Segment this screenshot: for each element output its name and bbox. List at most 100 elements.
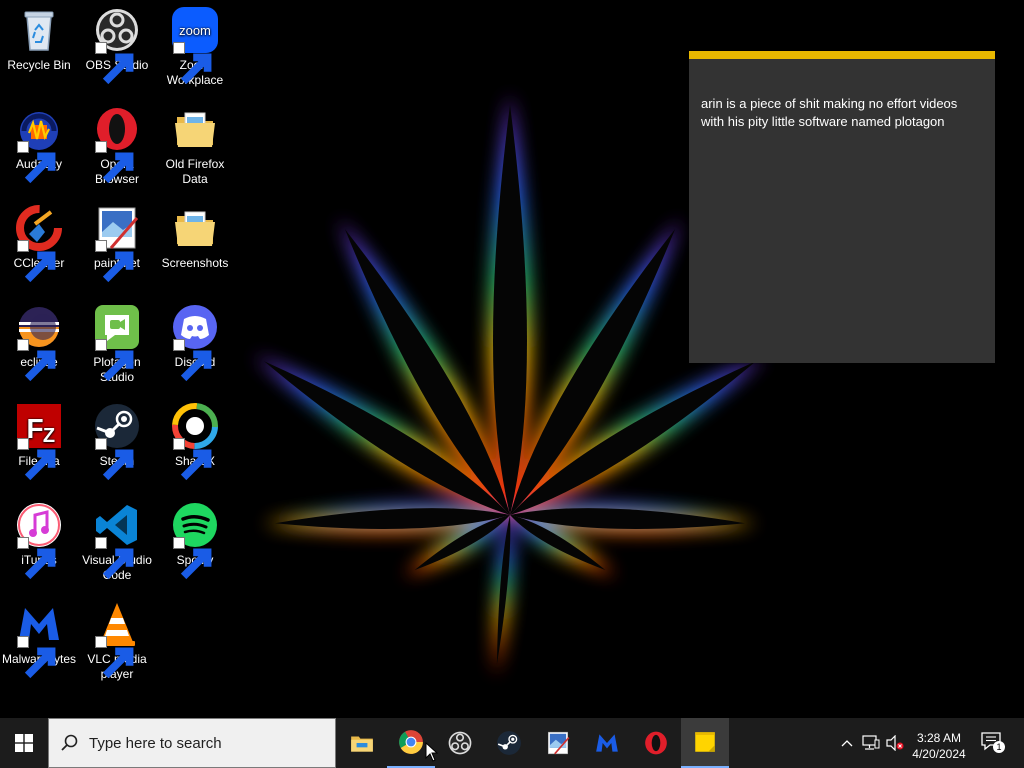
desktop-icon-label: Screenshots <box>161 256 229 270</box>
desktop-icon-image <box>171 501 219 580</box>
network-button[interactable] <box>860 718 882 768</box>
desktop-icon-label: Recycle Bin <box>7 58 71 72</box>
paintnet-icon <box>547 731 570 755</box>
shortcut-arrow-icon <box>173 339 212 382</box>
desktop-icon-audacity[interactable]: Audacity <box>0 105 78 184</box>
desktop-icon-old-firefox-data[interactable]: Old Firefox Data <box>156 105 234 187</box>
desktop-icon-image <box>93 204 141 283</box>
taskbar-app-opera[interactable] <box>632 718 680 768</box>
desktop-icon-steam[interactable]: Steam <box>78 402 156 481</box>
taskbar-clock[interactable]: 3:28 AM 4/20/2024 <box>906 730 972 762</box>
volume-muted-icon <box>886 735 904 751</box>
sticky-note-text[interactable]: arin is a piece of shit making no effort… <box>689 59 995 131</box>
desktop-icon-image <box>15 600 63 679</box>
desktop-icon-image <box>15 501 63 580</box>
search-icon <box>61 734 78 751</box>
desktop-icon-image <box>15 6 63 54</box>
action-center-button[interactable]: 1 <box>980 731 1008 755</box>
start-button[interactable] <box>0 718 48 768</box>
desktop-icon-image: zoom <box>171 6 219 85</box>
desktop-icon-opera-browser[interactable]: Opera Browser <box>78 105 156 187</box>
folder-icon <box>175 112 215 147</box>
shortcut-arrow-icon <box>95 339 134 382</box>
desktop-icon-zoom-workplace[interactable]: zoom Zoom Workplace <box>156 6 234 88</box>
chrome-icon <box>399 730 423 754</box>
desktop-icon-image <box>15 303 63 382</box>
malwarebytes-icon <box>596 734 618 752</box>
desktop-icon-visual-studio-code[interactable]: Visual Studio Code <box>78 501 156 583</box>
chevron-up-icon <box>841 740 853 747</box>
steam-icon <box>497 731 521 755</box>
desktop-icon-image <box>93 600 141 679</box>
file-explorer-icon <box>351 736 373 752</box>
desktop-icon-image <box>171 303 219 382</box>
taskbar-app-sticky-notes[interactable] <box>681 718 729 768</box>
show-hidden-icons-button[interactable] <box>838 718 856 768</box>
network-icon <box>862 735 880 750</box>
desktop-icon-obs-studio[interactable]: OBS Studio <box>78 6 156 85</box>
desktop-icon-recycle-bin[interactable]: Recycle Bin <box>0 6 78 73</box>
shortcut-arrow-icon <box>95 636 134 679</box>
volume-button[interactable] <box>884 718 906 768</box>
desktop-icon-itunes[interactable]: iTunes <box>0 501 78 580</box>
desktop-icon-image <box>171 402 219 481</box>
desktop-icon-screenshots[interactable]: Screenshots <box>156 204 234 271</box>
desktop-icon-malwarebytes[interactable]: Malwarebytes <box>0 600 78 679</box>
shortcut-arrow-icon <box>173 438 212 481</box>
desktop-icon-image <box>171 105 219 153</box>
desktop-icon-sharex[interactable]: ShareX <box>156 402 234 481</box>
windows-logo-icon <box>15 734 33 752</box>
taskbar-app-obs[interactable] <box>436 718 484 768</box>
recycle-bin-icon <box>24 11 54 51</box>
desktop-icon-image <box>15 105 63 184</box>
desktop-icon-image <box>93 402 141 481</box>
desktop-icon-image <box>171 204 219 252</box>
obs-icon <box>448 731 472 755</box>
taskbar-app-malwarebytes[interactable] <box>583 718 631 768</box>
desktop-icon-image <box>93 303 141 382</box>
taskbar-search-box[interactable]: Type here to search <box>48 718 336 768</box>
desktop-icon-ccleaner[interactable]: CCleaner <box>0 204 78 283</box>
taskbar-app-file-explorer[interactable] <box>338 718 386 768</box>
desktop-icon-image <box>93 501 141 580</box>
folder-icon <box>175 211 215 246</box>
desktop-icon-vlc-media-player[interactable]: VLC media player <box>78 600 156 682</box>
shortcut-arrow-icon <box>95 438 134 481</box>
clock-time: 3:28 AM <box>916 731 962 745</box>
desktop-icon-label: Old Firefox Data <box>165 157 225 186</box>
desktop-icon-spotify[interactable]: Spotify <box>156 501 234 580</box>
desktop-icon-paint-net[interactable]: paint.net <box>78 204 156 283</box>
shortcut-arrow-icon <box>17 438 56 481</box>
desktop-icon-plotagon-studio[interactable]: Plotagon Studio <box>78 303 156 385</box>
shortcut-arrow-icon <box>17 537 56 580</box>
notification-count-badge: 1 <box>993 741 1005 753</box>
shortcut-arrow-icon <box>95 42 134 85</box>
clock-date: 4/20/2024 <box>912 747 966 761</box>
shortcut-arrow-icon <box>173 537 212 580</box>
desktop-icon-discord[interactable]: Discord <box>156 303 234 382</box>
opera-icon <box>645 731 667 755</box>
shortcut-arrow-icon <box>17 636 56 679</box>
taskbar: Type here to search 3:28 AM 4/20/2024 1 <box>0 718 1024 768</box>
desktop-icon-image <box>15 204 63 283</box>
desktop-icon-eclipse[interactable]: eclipse <box>0 303 78 382</box>
desktop-icon-image <box>93 6 141 85</box>
shortcut-arrow-icon <box>17 141 56 184</box>
shortcut-arrow-icon <box>95 537 134 580</box>
svg-text:zoom: zoom <box>179 23 211 38</box>
shortcut-arrow-icon <box>17 339 56 382</box>
taskbar-app-steam[interactable] <box>485 718 533 768</box>
mouse-cursor-icon <box>425 742 439 762</box>
shortcut-arrow-icon <box>173 42 212 85</box>
shortcut-arrow-icon <box>17 240 56 283</box>
shortcut-arrow-icon <box>95 141 134 184</box>
taskbar-app-paintnet[interactable] <box>534 718 582 768</box>
desktop-icon-filezilla[interactable]: F Z FileZilla <box>0 402 78 481</box>
shortcut-arrow-icon <box>95 240 134 283</box>
sticky-note-title-bar[interactable] <box>689 51 995 59</box>
desktop-icon-image <box>93 105 141 184</box>
search-placeholder: Type here to search <box>89 734 222 752</box>
sticky-note-window[interactable]: arin is a piece of shit making no effort… <box>689 51 995 363</box>
desktop-icon-image: FZ <box>15 402 63 481</box>
sticky-notes-icon <box>695 732 715 752</box>
